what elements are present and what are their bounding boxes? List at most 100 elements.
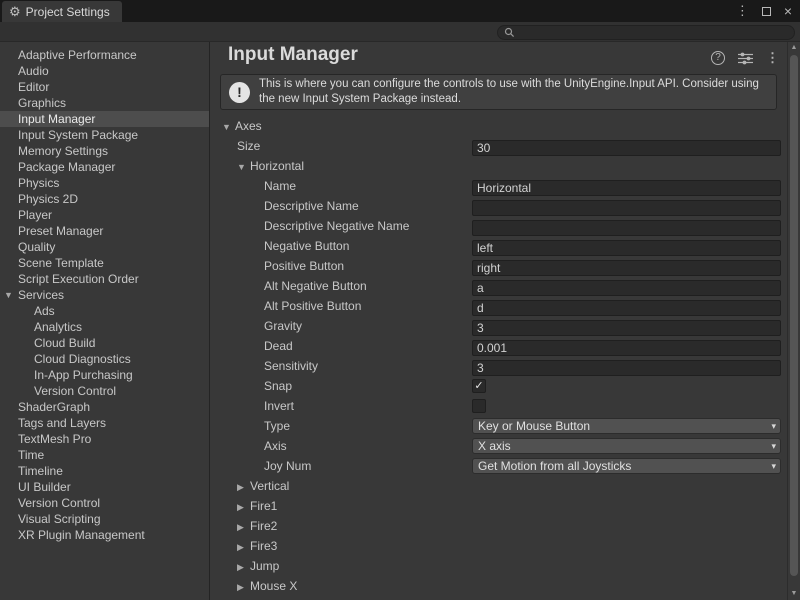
foldout-open-icon[interactable]: ▼: [222, 117, 235, 137]
scroll-up-icon[interactable]: ▲: [788, 42, 800, 54]
foldout-open-icon[interactable]: ▼: [4, 287, 13, 303]
sidebar-item-cloud-build[interactable]: Cloud Build: [0, 335, 209, 351]
field-label[interactable]: Axes: [235, 119, 262, 133]
scrollbar-thumb[interactable]: [790, 55, 798, 576]
sidebar-item-services[interactable]: ▼Services: [0, 287, 209, 303]
sidebar-item-time[interactable]: Time: [0, 447, 209, 463]
close-icon[interactable]: ×: [784, 3, 792, 19]
sidebar-item-ads[interactable]: Ads: [0, 303, 209, 319]
foldout-closed-icon[interactable]: ▶: [237, 577, 250, 597]
sidebar-item-analytics[interactable]: Analytics: [0, 319, 209, 335]
checkbox-snap[interactable]: ✓: [472, 379, 486, 393]
field-label: Dead: [264, 339, 293, 353]
sidebar-item-label: Analytics: [34, 320, 82, 334]
sidebar-item-graphics[interactable]: Graphics: [0, 95, 209, 111]
field-label[interactable]: Fire2: [250, 519, 277, 533]
field-positive-button[interactable]: [472, 260, 781, 276]
sidebar-item-editor[interactable]: Editor: [0, 79, 209, 95]
sidebar-item-cloud-diagnostics[interactable]: Cloud Diagnostics: [0, 351, 209, 367]
panel-header: Input Manager ?: [210, 42, 787, 72]
row-label[interactable]: ▶Fire1: [237, 496, 277, 517]
more-options-icon[interactable]: ⋮: [766, 50, 779, 66]
sidebar-item-timeline[interactable]: Timeline: [0, 463, 209, 479]
field-alt-negative-button[interactable]: [472, 280, 781, 296]
sidebar-item-input-manager[interactable]: Input Manager: [0, 111, 209, 127]
scroll-down-icon[interactable]: ▼: [788, 588, 800, 600]
chevron-down-icon: ▾: [771, 459, 776, 473]
chevron-down-icon: ▾: [771, 439, 776, 453]
sidebar-item-script-execution-order[interactable]: Script Execution Order: [0, 271, 209, 287]
vertical-scrollbar[interactable]: ▲ ▼: [787, 42, 800, 600]
field-descriptive-negative-name[interactable]: [472, 220, 781, 236]
field-label: Joy Num: [264, 459, 311, 473]
dropdown-axis[interactable]: X axis▾: [472, 438, 781, 454]
foldout-closed-icon[interactable]: ▶: [237, 497, 250, 517]
field-negative-button[interactable]: [472, 240, 781, 256]
presets-icon[interactable]: [738, 52, 753, 65]
sidebar-item-xr-plugin-management[interactable]: XR Plugin Management: [0, 527, 209, 543]
sidebar-item-input-system-package[interactable]: Input System Package: [0, 127, 209, 143]
field-label[interactable]: Jump: [250, 559, 279, 573]
field-size[interactable]: [472, 140, 781, 156]
field-label[interactable]: Mouse X: [250, 579, 297, 593]
row-label: Descriptive Negative Name: [264, 216, 409, 236]
field-dead[interactable]: [472, 340, 781, 356]
dropdown-joy-num[interactable]: Get Motion from all Joysticks▾: [472, 458, 781, 474]
window-menu-icon[interactable]: ⋮: [736, 3, 749, 19]
help-box-text: This is where you can configure the cont…: [259, 77, 768, 107]
row-descriptive-name: Descriptive Name: [210, 196, 787, 216]
checkbox-invert[interactable]: [472, 399, 486, 413]
sidebar-item-ui-builder[interactable]: UI Builder: [0, 479, 209, 495]
field-label[interactable]: Fire1: [250, 499, 277, 513]
sidebar-item-audio[interactable]: Audio: [0, 63, 209, 79]
row-label[interactable]: ▼Axes: [222, 116, 262, 137]
sidebar-item-adaptive-performance[interactable]: Adaptive Performance: [0, 47, 209, 63]
sidebar-item-visual-scripting[interactable]: Visual Scripting: [0, 511, 209, 527]
foldout-closed-icon[interactable]: ▶: [237, 537, 250, 557]
sidebar-item-shadergraph[interactable]: ShaderGraph: [0, 399, 209, 415]
foldout-closed-icon[interactable]: ▶: [237, 557, 250, 577]
sidebar-item-quality[interactable]: Quality: [0, 239, 209, 255]
sidebar-item-version-control[interactable]: Version Control: [0, 383, 209, 399]
dropdown-type[interactable]: Key or Mouse Button▾: [472, 418, 781, 434]
sidebar-item-scene-template[interactable]: Scene Template: [0, 255, 209, 271]
foldout-closed-icon[interactable]: ▶: [237, 477, 250, 497]
sidebar-item-tags-and-layers[interactable]: Tags and Layers: [0, 415, 209, 431]
row-label: Sensitivity: [264, 356, 318, 376]
sidebar-item-physics-2d[interactable]: Physics 2D: [0, 191, 209, 207]
row-label[interactable]: ▶Fire2: [237, 516, 277, 537]
row-label[interactable]: ▶Vertical: [237, 476, 289, 497]
sidebar-item-label: In-App Purchasing: [34, 368, 133, 382]
row-axis: AxisX axis▾: [210, 436, 787, 456]
sidebar-item-version-control[interactable]: Version Control: [0, 495, 209, 511]
search-input[interactable]: [519, 27, 788, 39]
row-label[interactable]: ▼Horizontal: [237, 156, 304, 177]
sidebar-item-package-manager[interactable]: Package Manager: [0, 159, 209, 175]
row-label[interactable]: ▶Jump: [237, 556, 279, 577]
foldout-closed-icon[interactable]: ▶: [237, 517, 250, 537]
maximize-icon[interactable]: [762, 7, 771, 16]
sidebar-item-physics[interactable]: Physics: [0, 175, 209, 191]
sidebar-item-label: Audio: [18, 64, 49, 78]
tab-project-settings[interactable]: ⚙ Project Settings: [2, 1, 122, 22]
help-icon[interactable]: ?: [711, 51, 725, 65]
field-gravity[interactable]: [472, 320, 781, 336]
row-label[interactable]: ▶Fire3: [237, 536, 277, 557]
sidebar-item-preset-manager[interactable]: Preset Manager: [0, 223, 209, 239]
field-name[interactable]: [472, 180, 781, 196]
sidebar-item-label: TextMesh Pro: [18, 432, 91, 446]
search-box[interactable]: [497, 25, 795, 40]
field-label[interactable]: Fire3: [250, 539, 277, 553]
sidebar-item-memory-settings[interactable]: Memory Settings: [0, 143, 209, 159]
sidebar-item-textmesh-pro[interactable]: TextMesh Pro: [0, 431, 209, 447]
sidebar-item-in-app-purchasing[interactable]: In-App Purchasing: [0, 367, 209, 383]
field-label[interactable]: Horizontal: [250, 159, 304, 173]
foldout-open-icon[interactable]: ▼: [237, 157, 250, 177]
row-label[interactable]: ▶Mouse X: [237, 576, 297, 597]
sidebar-item-player[interactable]: Player: [0, 207, 209, 223]
field-alt-positive-button[interactable]: [472, 300, 781, 316]
field-label: Positive Button: [264, 259, 344, 273]
field-descriptive-name[interactable]: [472, 200, 781, 216]
field-sensitivity[interactable]: [472, 360, 781, 376]
field-label[interactable]: Vertical: [250, 479, 289, 493]
